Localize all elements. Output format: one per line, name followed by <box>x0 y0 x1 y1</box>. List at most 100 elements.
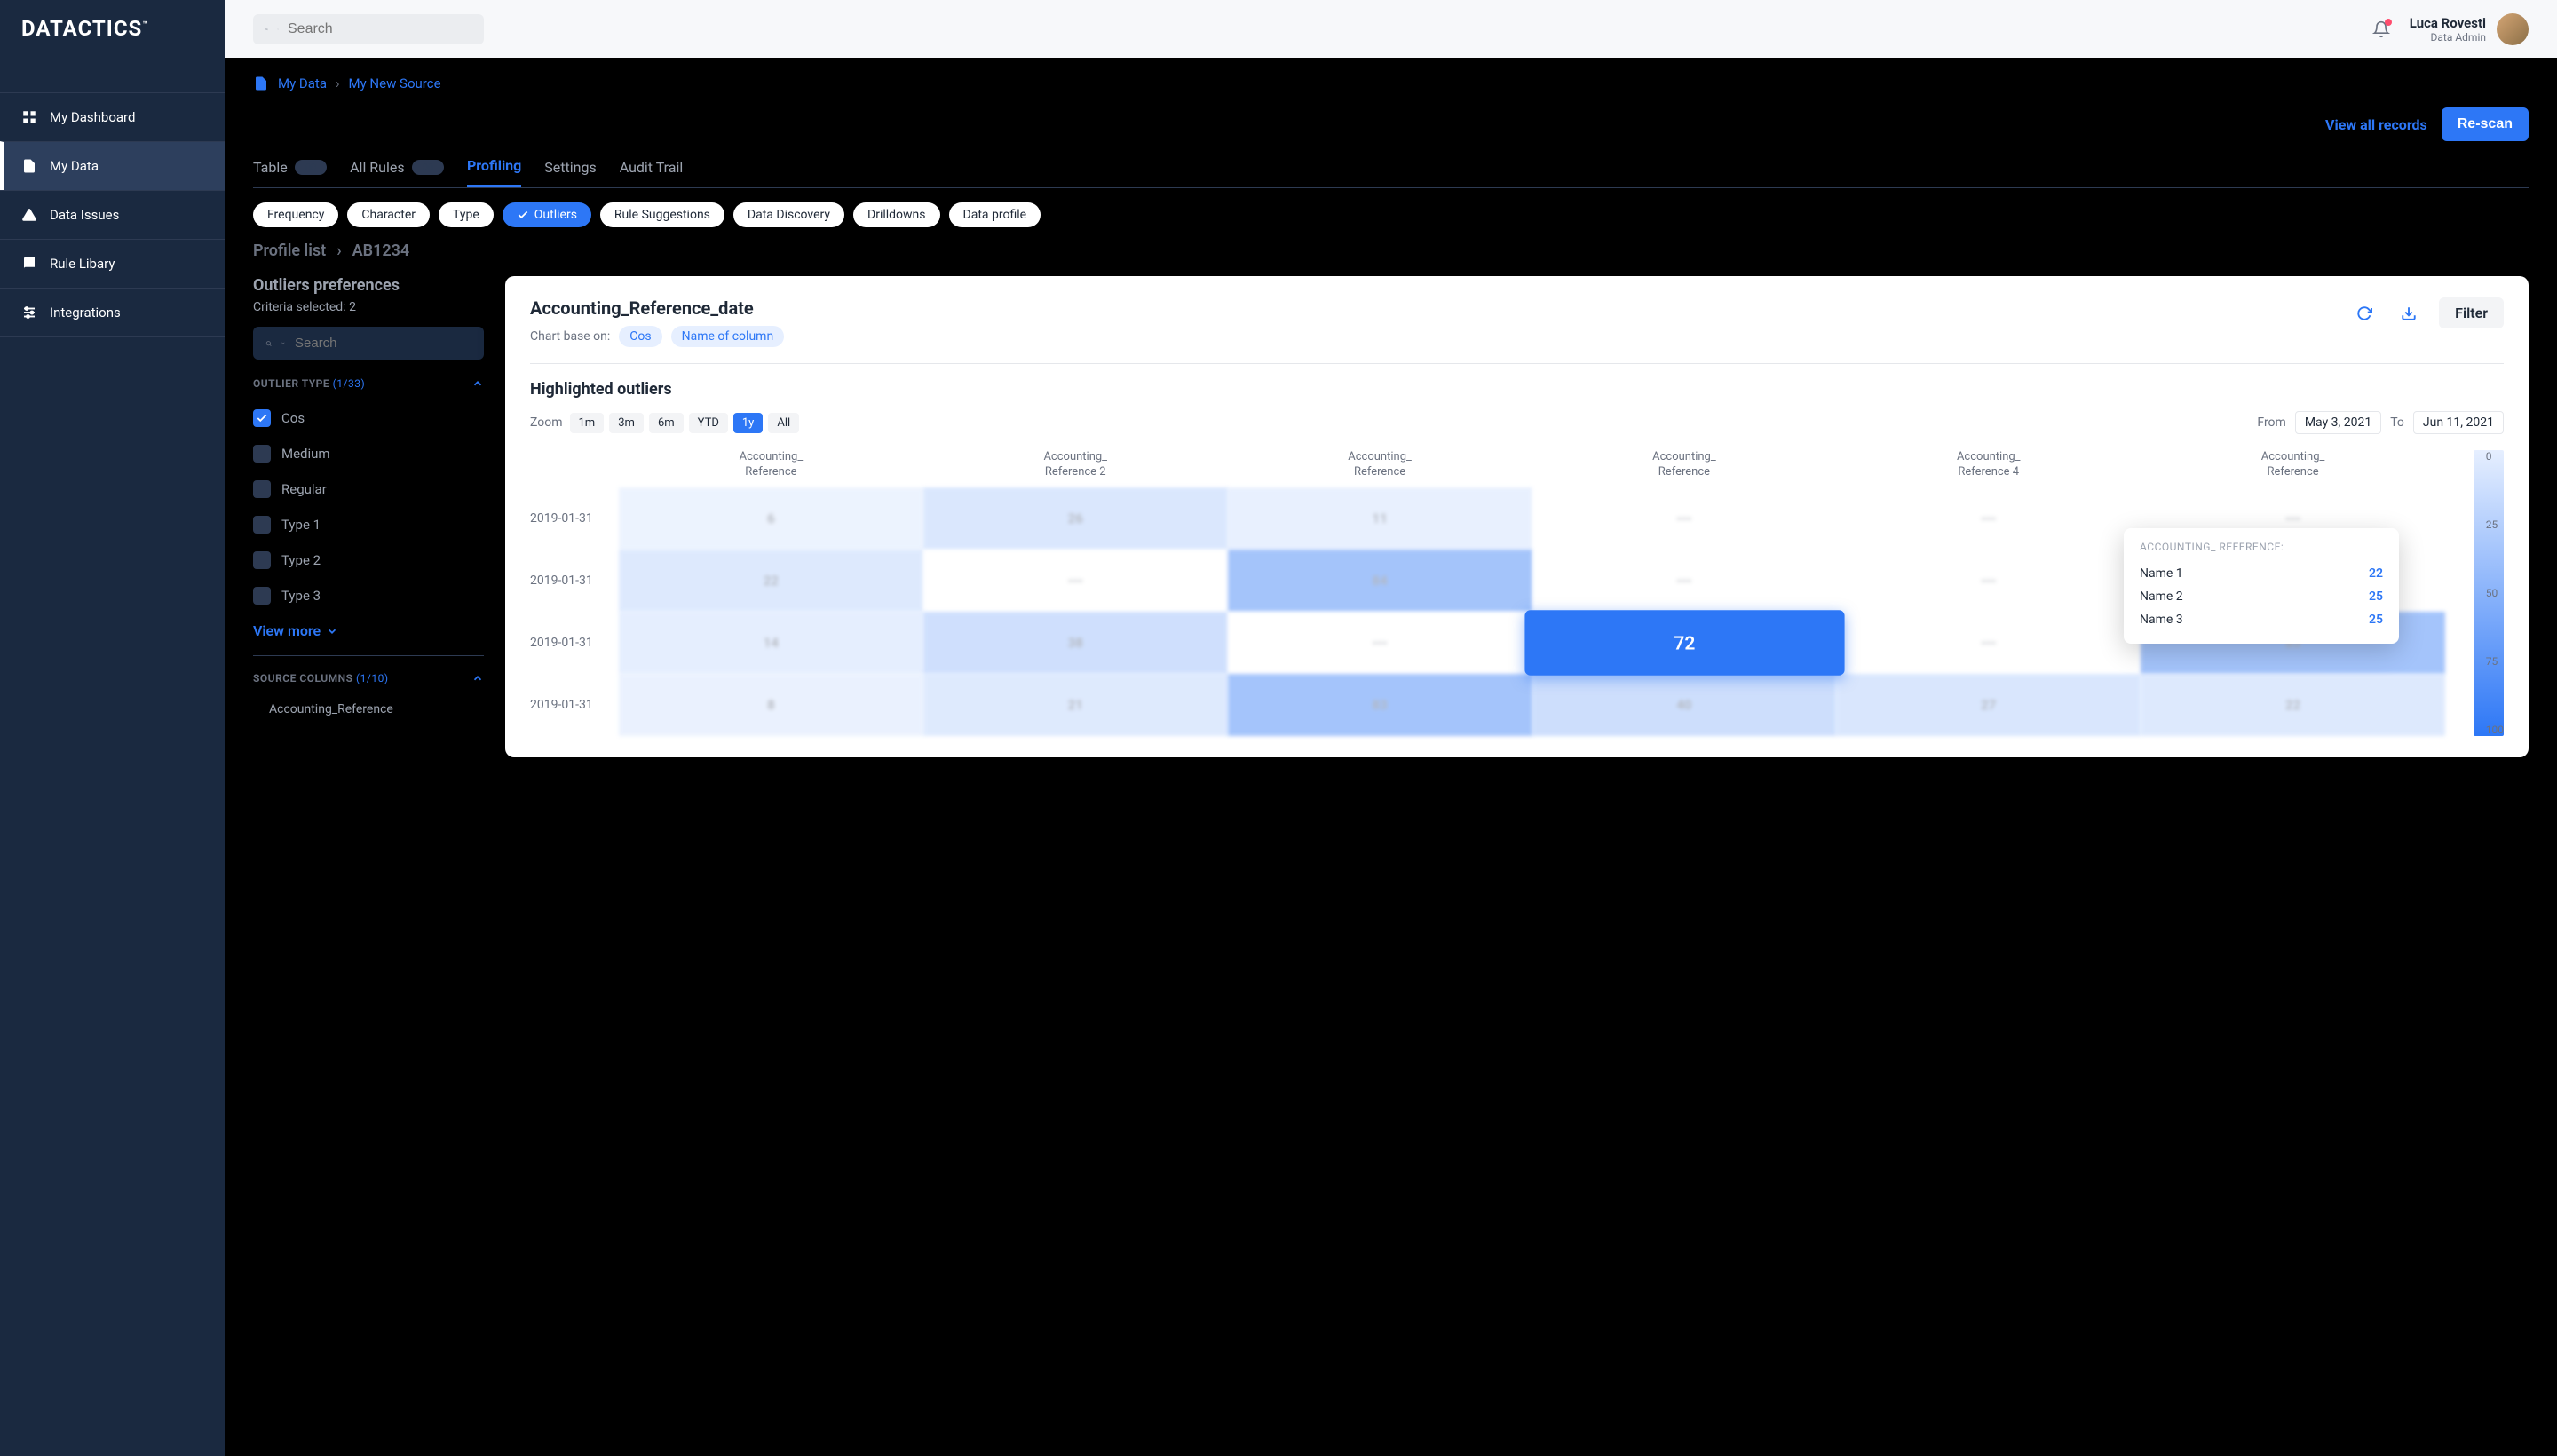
breadcrumb: My Data › My New Source <box>253 75 2529 91</box>
heatmap-cell[interactable]: 72 <box>1524 610 1844 676</box>
rescan-button[interactable]: Re-scan <box>2442 107 2529 141</box>
heatmap-tooltip: ACCOUNTING_ REFERENCE: Name 122Name 225N… <box>2124 528 2399 644</box>
tooltip-title: ACCOUNTING_ REFERENCE: <box>2140 541 2383 553</box>
heatmap-cell[interactable]: --- <box>1836 487 2141 550</box>
topbar: Luca Rovesti Data Admin <box>225 0 2557 58</box>
chevron-up-icon <box>471 672 484 684</box>
legend-tick: 50 <box>2486 587 2504 599</box>
card-title: Accounting_Reference_date <box>530 297 784 319</box>
chip-outliers[interactable]: Outliers <box>503 202 591 227</box>
type-checkbox-type-1[interactable]: Type 1 <box>253 507 484 542</box>
heatmap-cell[interactable]: --- <box>1836 612 2141 674</box>
notifications-button[interactable] <box>2372 20 2390 38</box>
heatmap-cell[interactable]: 83 <box>1228 674 1532 736</box>
sidebar-item-my-data[interactable]: My Data <box>0 141 225 190</box>
prefs-title: Outliers preferences <box>253 276 484 295</box>
tab-badge: 00 <box>412 160 444 175</box>
type-checkbox-cos[interactable]: Cos <box>253 400 484 436</box>
sidebar-item-rule-libary[interactable]: Rule Libary <box>0 239 225 288</box>
filter-button[interactable]: Filter <box>2439 297 2504 328</box>
zoom-1m[interactable]: 1m <box>570 413 605 433</box>
checkbox <box>253 409 271 427</box>
sidebar-item-my-dashboard[interactable]: My Dashboard <box>0 92 225 141</box>
heatmap-cell[interactable]: 14 <box>619 612 923 674</box>
source-columns-section[interactable]: SOURCE COLUMNS (1/10) <box>253 672 484 684</box>
zoom-3m[interactable]: 3m <box>609 413 644 433</box>
type-checkbox-regular[interactable]: Regular <box>253 471 484 507</box>
breadcrumb-item[interactable]: My Data <box>278 75 327 91</box>
heatmap-cell[interactable]: 26 <box>923 487 1228 550</box>
heatmap-cell[interactable]: 11 <box>1228 487 1532 550</box>
nav: My Dashboard My DataData IssuesRule Libar… <box>0 92 225 337</box>
chip-character[interactable]: Character <box>347 202 430 227</box>
type-checkbox-type-2[interactable]: Type 2 <box>253 542 484 578</box>
heatmap-cell[interactable]: --- <box>1532 487 1837 550</box>
from-date[interactable]: May 3, 2021 <box>2295 411 2381 434</box>
heatmap-cell[interactable]: 84 <box>1228 550 1532 612</box>
heatmap-cell[interactable]: 6 <box>619 487 923 550</box>
type-checkbox-medium[interactable]: Medium <box>253 436 484 471</box>
checkbox <box>253 480 271 498</box>
heatmap-column-header: Accounting_Reference <box>2141 450 2445 480</box>
search-input[interactable] <box>288 21 471 37</box>
chip-rule-suggestions[interactable]: Rule Suggestions <box>600 202 724 227</box>
heatmap-column-header: Accounting_Reference <box>1532 450 1837 480</box>
book-icon <box>21 256 37 272</box>
sidebar-item-integrations[interactable]: Integrations <box>0 288 225 337</box>
criteria-count: Criteria selected: 2 <box>253 300 484 314</box>
checkbox <box>253 445 271 463</box>
heatmap-cell[interactable]: --- <box>923 550 1228 612</box>
heatmap-cell[interactable]: --- <box>1532 550 1837 612</box>
nav-label: My Dashboard <box>50 109 135 125</box>
heatmap-row: 2019-01-3182183402722 <box>530 674 2445 736</box>
type-checkbox-type-3[interactable]: Type 3 <box>253 578 484 613</box>
outlier-type-section[interactable]: OUTLIER TYPE (1/33) <box>253 377 484 390</box>
chip-drilldowns[interactable]: Drilldowns <box>853 202 940 227</box>
breadcrumb-item[interactable]: My New Source <box>349 75 441 91</box>
zoom-ytd[interactable]: YTD <box>689 413 728 433</box>
check-icon <box>517 209 529 221</box>
tab-badge: 00 <box>295 160 327 175</box>
filter-pill[interactable]: Name of column <box>671 326 785 347</box>
chip-type[interactable]: Type <box>439 202 494 227</box>
download-button[interactable] <box>2395 299 2423 328</box>
download-icon <box>2401 305 2417 321</box>
heatmap-cell[interactable]: 22 <box>619 550 923 612</box>
heatmap-cell[interactable]: 22 <box>2141 674 2445 736</box>
card-subtitle: Chart base on: <box>530 329 610 344</box>
view-more-link[interactable]: View more <box>253 613 484 656</box>
tab-table[interactable]: Table00 <box>253 157 327 187</box>
outliers-title: Highlighted outliers <box>530 380 2504 399</box>
heatmap-cell[interactable]: 8 <box>619 674 923 736</box>
source-column-item[interactable]: Accounting_Reference <box>253 695 484 716</box>
chip-frequency[interactable]: Frequency <box>253 202 338 227</box>
heatmap-cell[interactable]: 27 <box>1836 674 2141 736</box>
view-all-records-link[interactable]: View all records <box>2325 116 2427 133</box>
zoom-1y[interactable]: 1y <box>733 413 763 433</box>
user-menu[interactable]: Luca Rovesti Data Admin <box>2410 13 2529 45</box>
prefs-search-input[interactable] <box>295 336 471 351</box>
chip-data-profile[interactable]: Data profile <box>949 202 1041 227</box>
tab-profiling[interactable]: Profiling <box>467 157 521 187</box>
tab-all-rules[interactable]: All Rules00 <box>350 157 444 187</box>
heatmap-legend: 0255075100 <box>2459 450 2504 736</box>
heatmap-cell[interactable]: --- <box>1836 550 2141 612</box>
heatmap-cell[interactable]: --- <box>1228 612 1532 674</box>
prefs-search[interactable] <box>253 327 484 360</box>
filter-pill[interactable]: Cos <box>619 326 661 347</box>
sidebar-item-data-issues[interactable]: Data Issues <box>0 190 225 239</box>
zoom-6m[interactable]: 6m <box>649 413 684 433</box>
tab-settings[interactable]: Settings <box>544 157 596 187</box>
to-date[interactable]: Jun 11, 2021 <box>2413 411 2504 434</box>
heatmap-row-label: 2019-01-31 <box>530 674 619 736</box>
tooltip-row: Name 122 <box>2140 562 2383 585</box>
heatmap-cell[interactable]: 21 <box>923 674 1228 736</box>
legend-tick: 100 <box>2486 724 2504 736</box>
heatmap-cell[interactable]: 38 <box>923 612 1228 674</box>
heatmap-cell[interactable]: 40 <box>1532 674 1837 736</box>
global-search[interactable] <box>253 14 484 44</box>
refresh-button[interactable] <box>2350 299 2379 328</box>
zoom-all[interactable]: All <box>768 413 799 433</box>
tab-audit-trail[interactable]: Audit Trail <box>620 157 684 187</box>
chip-data-discovery[interactable]: Data Discovery <box>733 202 844 227</box>
